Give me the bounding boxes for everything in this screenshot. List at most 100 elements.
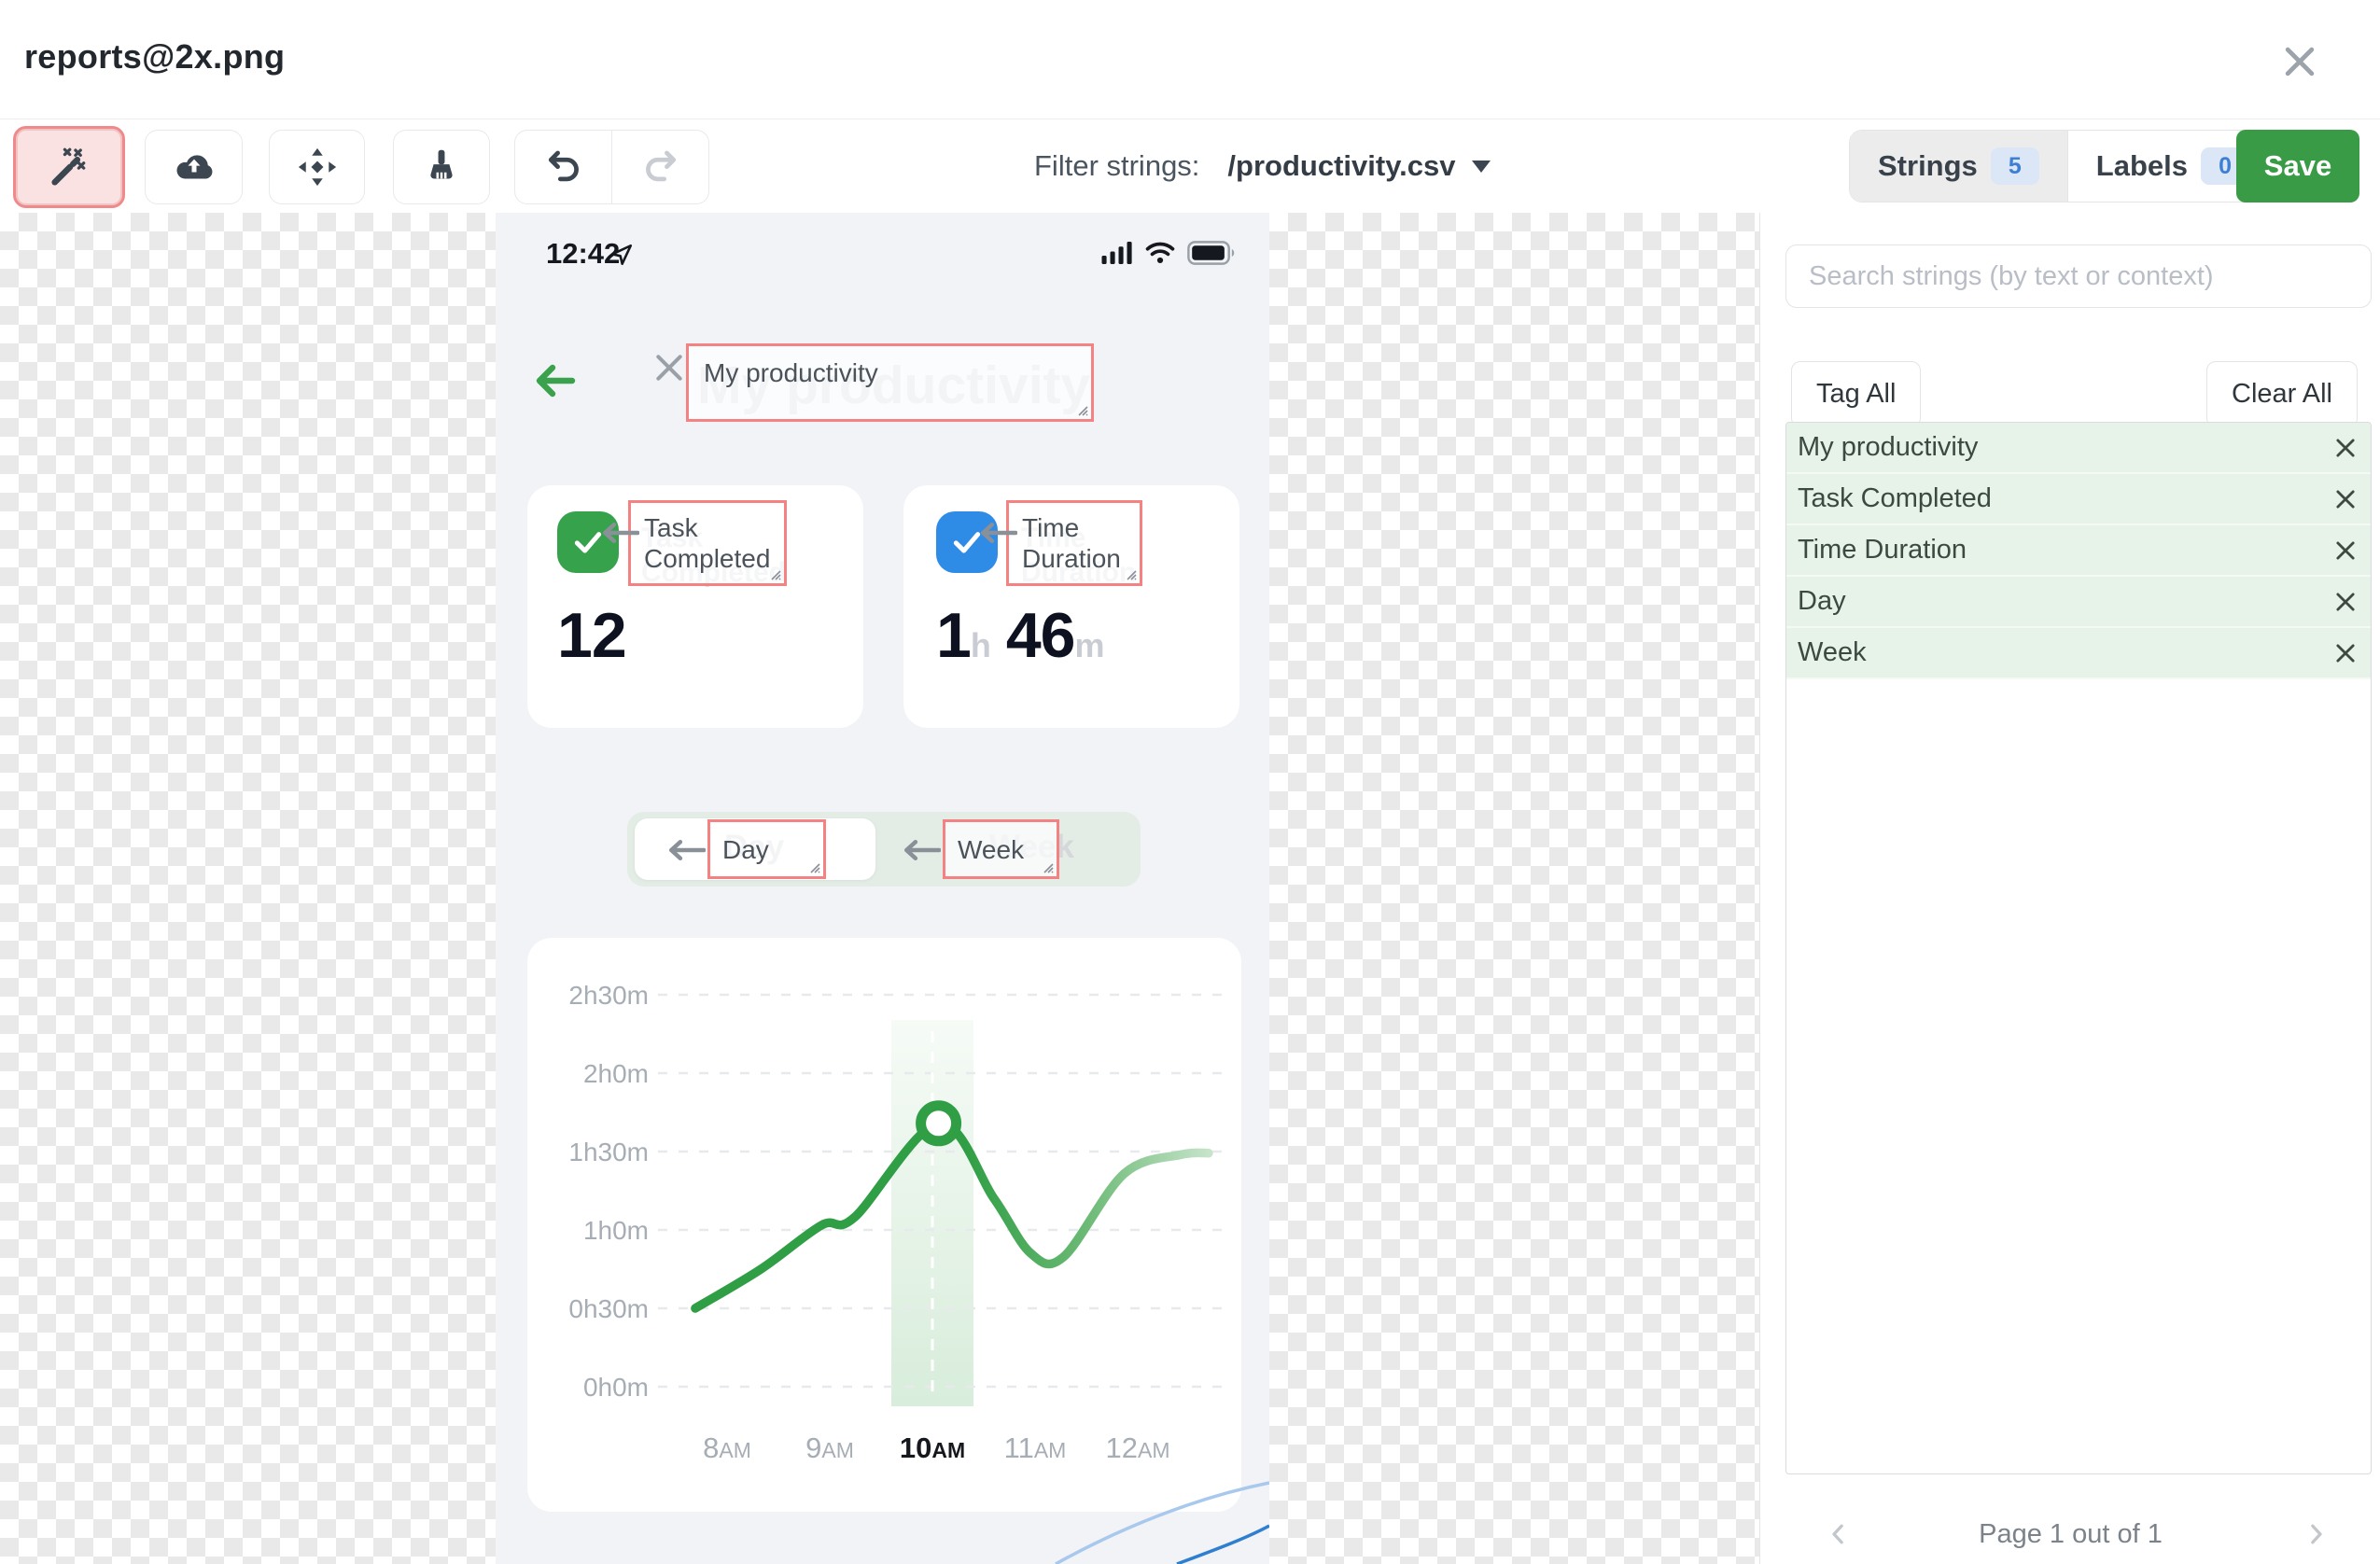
string-list-item[interactable]: Week bbox=[1786, 628, 2371, 679]
search-strings-input[interactable] bbox=[1785, 244, 2372, 308]
undo-redo-group bbox=[514, 130, 709, 204]
svg-text:11AM: 11AM bbox=[1004, 1431, 1067, 1464]
pointer-arrow-icon bbox=[903, 839, 941, 861]
resize-handle-icon[interactable] bbox=[1039, 859, 1054, 873]
screenshot-canvas: 12:42 My productivity Task Completed 12 … bbox=[496, 213, 1269, 1564]
strings-sidebar: Tag All Clear All My productivity Task Co… bbox=[1759, 213, 2380, 1564]
tag-all-button[interactable]: Tag All bbox=[1791, 361, 1922, 427]
filter-file-dropdown[interactable]: /productivity.csv bbox=[1227, 149, 1491, 183]
string-list-item[interactable]: Day bbox=[1786, 577, 2371, 628]
time-duration-card: TimeDuration Time Duration 1h 46m bbox=[903, 485, 1239, 728]
productivity-chart-card: 2h30m 2h0m 1h30m 1h0m 0h30m 0h0m 8AM 9AM 10AM 11A… bbox=[527, 938, 1241, 1512]
upload-cloud-icon bbox=[175, 155, 212, 179]
magic-wand-icon bbox=[51, 147, 86, 186]
string-tag-week[interactable]: Week bbox=[943, 819, 1059, 879]
tasks-value: 12 bbox=[557, 600, 627, 671]
string-tag-my-productivity[interactable]: My productivity bbox=[686, 343, 1094, 422]
page-next-button[interactable] bbox=[2295, 1514, 2336, 1555]
page-prev-button[interactable] bbox=[1818, 1514, 1859, 1555]
tag-text: Week bbox=[958, 835, 1025, 864]
file-title: reports@2x.png bbox=[24, 37, 286, 76]
string-tag-day[interactable]: Day bbox=[707, 819, 826, 879]
svg-text:0h0m: 0h0m bbox=[583, 1373, 649, 1402]
tag-text: My productivity bbox=[704, 358, 878, 387]
chevron-left-icon bbox=[1832, 1524, 1843, 1544]
remove-string-button[interactable] bbox=[2320, 538, 2371, 564]
upload-tool-button[interactable] bbox=[145, 130, 243, 204]
svg-text:10AM: 10AM bbox=[900, 1431, 965, 1464]
tag-text: Day bbox=[722, 835, 769, 864]
svg-text:1h30m: 1h30m bbox=[568, 1138, 649, 1166]
string-list-item[interactable]: Task Completed bbox=[1786, 474, 2371, 525]
remove-string-icon bbox=[2336, 643, 2355, 663]
redo-button[interactable] bbox=[611, 131, 708, 203]
strings-list: My productivity Task Completed Time Durati… bbox=[1785, 422, 2372, 1474]
signal-bars-icon bbox=[1101, 242, 1132, 264]
svg-text:2h30m: 2h30m bbox=[568, 981, 649, 1010]
string-text: Week bbox=[1798, 637, 1867, 667]
remove-string-button[interactable] bbox=[2320, 640, 2371, 666]
filter-file-value: /productivity.csv bbox=[1227, 149, 1456, 182]
clear-all-button[interactable]: Clear All bbox=[2206, 361, 2358, 427]
resize-handle-icon[interactable] bbox=[1122, 566, 1137, 580]
strings-labels-tabs: Strings 5 Labels 0 bbox=[1849, 130, 2279, 202]
modal-header: reports@2x.png bbox=[0, 0, 2380, 119]
decorative-wave-lines bbox=[1055, 1481, 1269, 1564]
remove-string-icon bbox=[2336, 489, 2355, 509]
location-arrow-icon bbox=[610, 244, 633, 266]
svg-text:2h0m: 2h0m bbox=[583, 1059, 649, 1088]
string-tag-time-duration[interactable]: Time Duration bbox=[1006, 500, 1142, 586]
pointer-arrow-icon bbox=[668, 839, 706, 861]
brush-tool-button[interactable] bbox=[393, 130, 490, 204]
productivity-line-chart: 2h30m 2h0m 1h30m 1h0m 0h30m 0h0m 8AM 9AM 10AM 11A… bbox=[568, 981, 1223, 1464]
save-button[interactable]: Save bbox=[2236, 130, 2359, 202]
tag-text-line: Completed bbox=[644, 544, 771, 573]
svg-text:12AM: 12AM bbox=[1106, 1431, 1170, 1464]
magic-wand-tool-button[interactable] bbox=[13, 126, 125, 208]
wifi-icon bbox=[1145, 242, 1175, 264]
undo-icon bbox=[548, 150, 579, 182]
deselect-tag-icon[interactable] bbox=[651, 349, 688, 386]
close-icon bbox=[2285, 47, 2315, 77]
remove-string-button[interactable] bbox=[2320, 435, 2371, 461]
resize-handle-icon[interactable] bbox=[805, 859, 820, 873]
redo-icon bbox=[645, 150, 676, 182]
status-icons bbox=[1101, 241, 1236, 265]
remove-string-icon bbox=[2336, 438, 2355, 457]
task-completed-card: TaskCompleted Task Completed 12 bbox=[527, 485, 863, 728]
undo-button[interactable] bbox=[515, 131, 611, 203]
pointer-arrow-icon bbox=[980, 522, 1017, 544]
toolbar: Filter strings: /productivity.csv String… bbox=[0, 119, 2380, 213]
brush-icon bbox=[430, 149, 453, 179]
tab-strings[interactable]: Strings 5 bbox=[1850, 131, 2067, 202]
remove-string-icon bbox=[2336, 540, 2355, 560]
string-text: Time Duration bbox=[1798, 535, 1967, 565]
tab-labels-label: Labels bbox=[2095, 149, 2189, 182]
resize-handle-icon[interactable] bbox=[766, 566, 781, 580]
tag-text-line: Task bbox=[644, 513, 698, 542]
pointer-arrow-icon bbox=[602, 522, 639, 544]
svg-text:1h0m: 1h0m bbox=[583, 1216, 649, 1245]
move-tool-button[interactable] bbox=[269, 130, 365, 204]
string-text: Day bbox=[1798, 586, 1846, 616]
move-arrows-icon bbox=[298, 147, 336, 187]
string-tag-task-completed[interactable]: Task Completed bbox=[628, 500, 787, 586]
string-text: Task Completed bbox=[1798, 483, 1992, 513]
svg-text:8AM: 8AM bbox=[703, 1431, 751, 1464]
remove-string-button[interactable] bbox=[2320, 486, 2371, 512]
resize-handle-icon[interactable] bbox=[1073, 401, 1088, 416]
string-text: My productivity bbox=[1798, 432, 1979, 462]
filter-strings-label: Filter strings: bbox=[1034, 149, 1200, 182]
strings-count-badge: 5 bbox=[1990, 147, 2039, 185]
pagination-label: Page 1 out of 1 bbox=[1979, 1518, 2163, 1549]
filter-strings-group: Filter strings: /productivity.csv bbox=[1034, 119, 1491, 213]
remove-string-button[interactable] bbox=[2320, 589, 2371, 615]
tab-strings-label: Strings bbox=[1878, 149, 1978, 182]
close-modal-button[interactable] bbox=[2275, 37, 2324, 86]
remove-string-icon bbox=[2336, 592, 2355, 611]
string-list-item[interactable]: My productivity bbox=[1786, 423, 2371, 474]
chevron-right-icon bbox=[2311, 1524, 2322, 1544]
svg-text:9AM: 9AM bbox=[805, 1431, 854, 1464]
svg-text:0h30m: 0h30m bbox=[568, 1294, 649, 1323]
string-list-item[interactable]: Time Duration bbox=[1786, 525, 2371, 577]
